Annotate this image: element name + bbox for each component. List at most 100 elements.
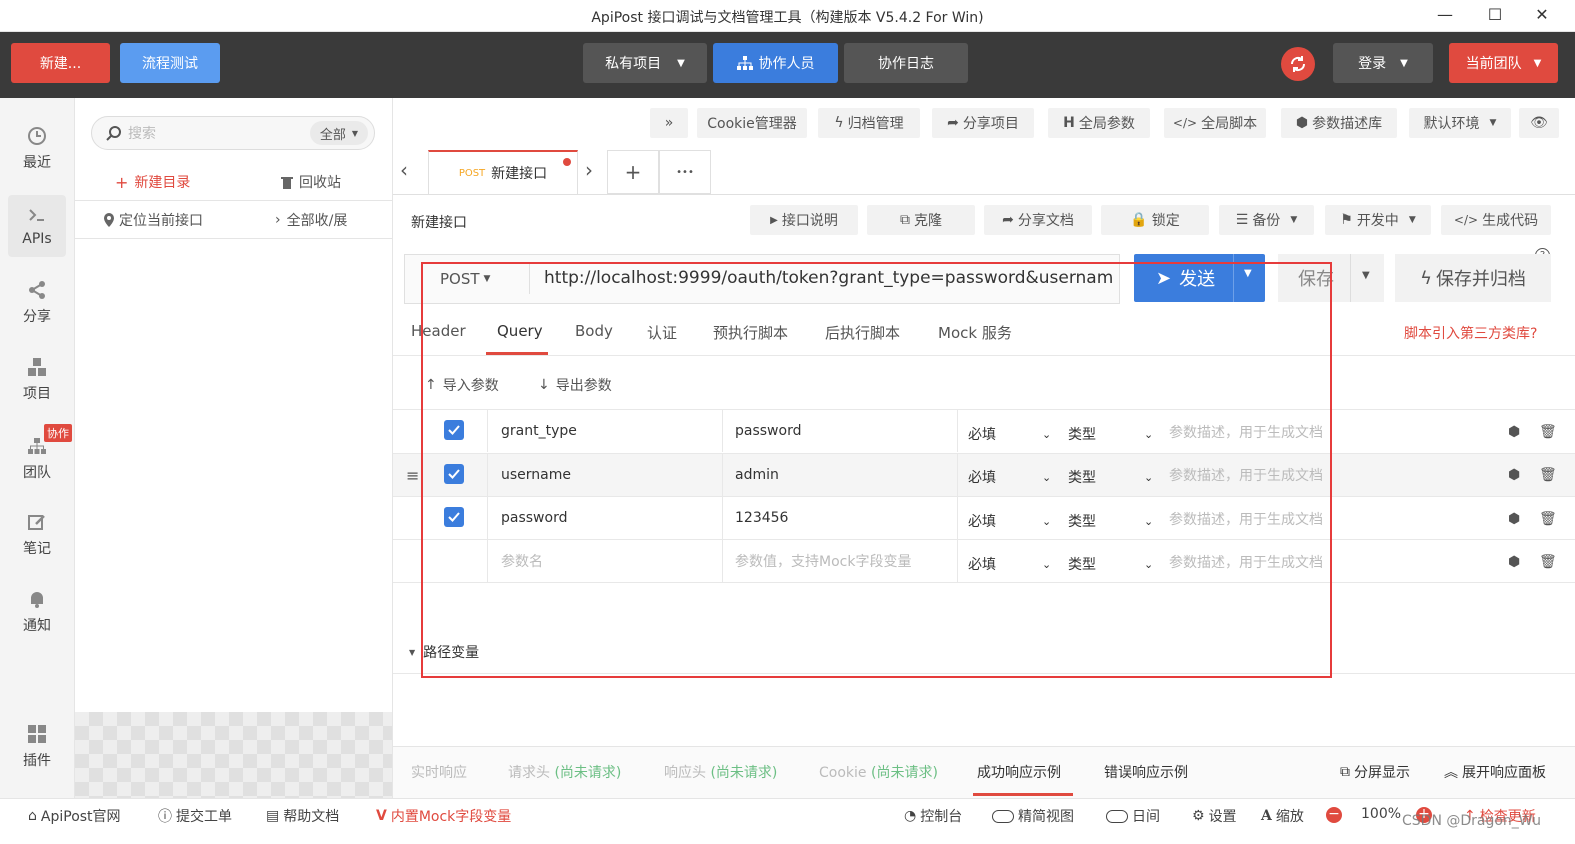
expand-response-button[interactable]: ︽ 展开响应面板 [1444,762,1546,782]
search-input[interactable]: 搜索 [128,123,156,143]
third-party-link[interactable]: 脚本引入第三方类库? [1404,323,1537,343]
settings-button[interactable]: ⚙ 设置 [1192,806,1237,826]
new-directory-button[interactable]: + 新建目录 [115,172,190,192]
param-key[interactable]: grant_type [487,410,723,452]
param-checkbox[interactable] [444,464,464,484]
eye-icon[interactable]: 👁 [1519,108,1559,138]
official-site-link[interactable]: ⌂ ApiPost官网 [28,806,121,826]
resp-tab-resp-headers[interactable]: 响应头 (尚未请求) [664,762,777,782]
console-button[interactable]: ◔ 控制台 [904,806,962,826]
url-input[interactable]: http://localhost:9999/oauth/token?grant_… [544,268,1114,288]
send-button[interactable]: ➤ 发送 ▼ [1134,254,1265,302]
cube-icon[interactable]: ⬢ [1508,511,1520,527]
add-tab-button[interactable]: + [607,150,659,194]
more-tabs-button[interactable]: ••• [659,150,711,194]
flow-test-button[interactable]: 流程测试 [120,43,220,83]
param-checkbox[interactable] [444,507,464,527]
rail-item-notes[interactable]: 笔记 [8,504,66,566]
param-desc-input[interactable]: 参数描述，用于生成文档 [1169,422,1331,442]
cookie-manager-button[interactable]: Cookie管理器 [697,108,807,138]
tab-query[interactable]: Query [497,322,543,340]
type-select[interactable]: 类型 ⌄ [1068,554,1153,574]
rail-item-share[interactable]: 分享 [8,272,66,334]
trash-icon[interactable]: 🗑 [1539,511,1557,527]
trash-icon[interactable]: 🗑 [1539,424,1557,440]
new-param-value-input[interactable]: 参数值，支持Mock字段变量 [723,540,958,582]
import-params-button[interactable]: ↑ 导入参数 [425,375,499,395]
drag-handle-icon[interactable]: ≡ [406,466,419,485]
param-lib-button[interactable]: ⬢ 参数描述库 [1281,108,1397,138]
close-button[interactable]: ✕ [1527,4,1557,26]
export-params-button[interactable]: ↓ 导出参数 [538,375,612,395]
tab-new-api[interactable]: POST 新建接口 [428,150,578,194]
cube-icon[interactable]: ⬢ [1508,554,1520,570]
param-desc-input[interactable]: 参数描述，用于生成文档 [1169,509,1331,529]
locate-current-button[interactable]: 定位当前接口 [103,210,203,230]
resp-tab-realtime[interactable]: 实时响应 [411,762,467,782]
rail-item-project[interactable]: 项目 [8,349,66,411]
clone-button[interactable]: ⧉ 克隆 [867,205,975,235]
gen-code-button[interactable]: </> 生成代码 [1441,205,1551,235]
param-key[interactable]: username [487,454,723,496]
rail-item-apis[interactable]: APIs [8,195,66,257]
share-doc-button[interactable]: ➦ 分享文档 [984,205,1092,235]
tab-post-script[interactable]: 后执行脚本 [825,322,900,343]
maximize-button[interactable]: ☐ [1480,4,1510,26]
new-param-key-input[interactable]: 参数名 [487,540,723,582]
tab-next-icon[interactable]: › [585,158,593,182]
share-project-button[interactable]: ➦ 分享项目 [932,108,1034,138]
resp-tab-req-headers[interactable]: 请求头 (尚未请求) [508,762,621,782]
submit-ticket-link[interactable]: ⓘ 提交工单 [158,806,232,826]
expand-button[interactable]: » [650,108,688,138]
global-params-button[interactable]: H 全局参数 [1048,108,1150,138]
tab-prev-icon[interactable]: ‹ [400,158,408,182]
path-vars-toggle[interactable]: ▼ 路径变量 [409,642,479,662]
type-select[interactable]: 类型 ⌄ [1068,511,1153,531]
param-value[interactable]: password [723,410,958,452]
param-value[interactable]: 123456 [723,497,958,539]
mock-vars-link[interactable]: V 内置Mock字段变量 [376,806,511,826]
filter-dropdown[interactable]: 全部 ▼ [309,121,368,145]
type-select[interactable]: 类型 ⌄ [1068,467,1153,487]
status-dropdown[interactable]: ⚑ 开发中 ▼ [1325,205,1431,235]
required-select[interactable]: 必填 ⌄ [968,554,1051,574]
day-mode-toggle[interactable]: 日间 [1106,806,1160,826]
split-view-button[interactable]: ⧉ 分屏显示 [1340,762,1410,782]
new-button[interactable]: 新建... [11,43,110,83]
global-script-button[interactable]: </> 全局脚本 [1164,108,1266,138]
caret-down-icon[interactable]: ▼ [1362,270,1370,281]
private-project-button[interactable]: 私有项目 ▼ [583,43,707,83]
backup-dropdown[interactable]: ☰ 备份 ▼ [1219,205,1314,235]
rail-item-recent[interactable]: 最近 [8,118,66,180]
current-team-button[interactable]: 当前团队 ▼ [1449,43,1558,83]
collaborators-button[interactable]: 协作人员 [713,43,838,83]
save-button[interactable]: 保存 ▼ [1278,254,1384,302]
required-select[interactable]: 必填 ⌄ [968,511,1051,531]
required-select[interactable]: 必填 ⌄ [968,467,1051,487]
toggle-all-button[interactable]: › 全部收/展 [275,210,347,230]
lock-button[interactable]: 🔒 锁定 [1101,205,1209,235]
sync-button[interactable] [1281,47,1315,81]
param-desc-input[interactable]: 参数描述，用于生成文档 [1169,552,1331,572]
cube-icon[interactable]: ⬢ [1508,424,1520,440]
help-docs-link[interactable]: ▤ 帮助文档 [266,806,339,826]
resp-tab-cookie[interactable]: Cookie (尚未请求) [819,762,938,782]
rail-item-plugins[interactable]: 插件 [8,716,66,778]
rail-item-notify[interactable]: 通知 [8,581,66,643]
tab-auth[interactable]: 认证 [647,322,677,343]
resp-tab-success[interactable]: 成功响应示例 [977,762,1061,782]
login-button[interactable]: 登录 ▼ [1333,43,1433,83]
collab-log-button[interactable]: 协作日志 [844,43,968,83]
tab-mock[interactable]: Mock 服务 [938,322,1012,343]
minimize-button[interactable]: — [1430,4,1460,26]
recycle-bin-button[interactable]: 回收站 [281,172,341,192]
lite-view-toggle[interactable]: 精简视图 [992,806,1074,826]
caret-down-icon[interactable]: ▼ [1244,268,1252,279]
archive-button[interactable]: ϟ 归档管理 [818,108,920,138]
trash-icon[interactable]: 🗑 [1539,467,1557,483]
save-archive-button[interactable]: ϟ 保存并归档 [1395,254,1551,302]
type-select[interactable]: 类型 ⌄ [1068,424,1153,444]
param-checkbox[interactable] [444,420,464,440]
tab-body[interactable]: Body [575,322,613,340]
trash-icon[interactable]: 🗑 [1539,554,1557,570]
